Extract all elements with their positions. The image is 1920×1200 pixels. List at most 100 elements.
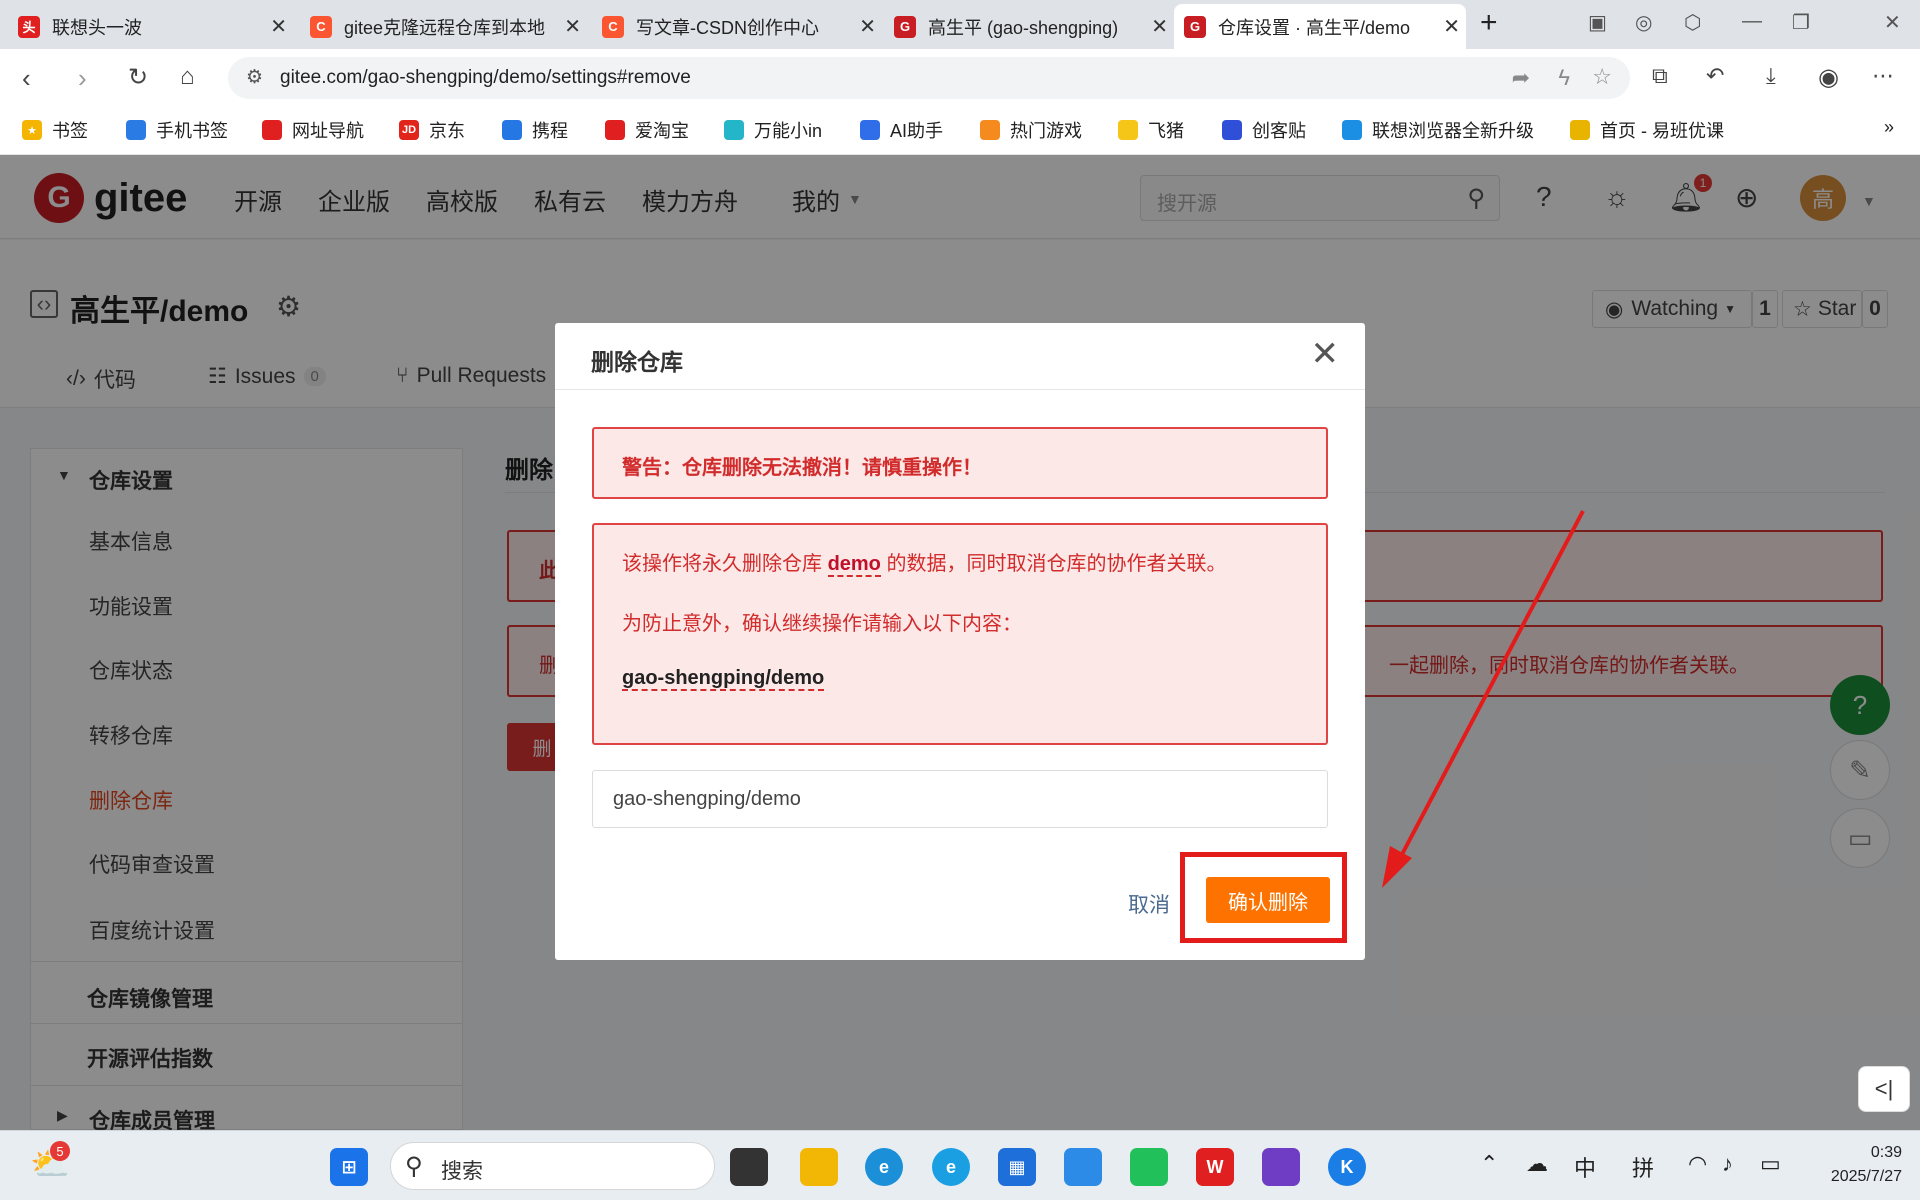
close-window-icon[interactable]: ✕ bbox=[1884, 10, 1901, 35]
start-menu-icon[interactable]: ⊞ bbox=[330, 1148, 368, 1186]
bookmark-item[interactable]: 热门游戏 bbox=[980, 117, 1082, 143]
panel-toggle-button[interactable]: <| bbox=[1858, 1066, 1910, 1112]
extensions-icon[interactable]: ⬡ bbox=[1684, 10, 1701, 35]
file-explorer-icon[interactable] bbox=[800, 1148, 838, 1186]
site-info-icon[interactable]: ⚙ bbox=[246, 66, 263, 89]
share-icon[interactable]: ➦ bbox=[1512, 65, 1530, 91]
ime-mode[interactable]: 拼 bbox=[1632, 1151, 1654, 1183]
gitee-icon: G bbox=[1184, 15, 1206, 38]
confirm-text: gao-shengping/demo bbox=[622, 667, 825, 691]
star-bookmark-icon[interactable]: ☆ bbox=[1592, 64, 1612, 90]
bookmark-item[interactable]: 手机书签 bbox=[126, 117, 228, 143]
jd-icon: JD bbox=[399, 120, 419, 140]
extension-icon[interactable]: ⧉ bbox=[1652, 63, 1668, 89]
app-icon[interactable] bbox=[1064, 1148, 1102, 1186]
bookmark-item[interactable]: 万能小in bbox=[724, 117, 822, 143]
ctrip-icon bbox=[502, 120, 522, 140]
dialog-info-line: 该操作将永久删除仓库 demo 的数据，同时取消仓库的协作者关联。 bbox=[622, 547, 1226, 577]
bookmark-label: 飞猪 bbox=[1148, 121, 1184, 141]
repo-name-highlight: demo bbox=[827, 553, 881, 577]
browser-tab-strip: 头 联想头一波 ✕ C gitee克隆远程仓库到本地 ✕ C 写文章-CSDN创… bbox=[0, 0, 1920, 49]
restore-icon[interactable]: ❐ bbox=[1792, 10, 1810, 35]
battery-icon[interactable]: ▭ bbox=[1760, 1151, 1781, 1177]
ime-lang[interactable]: 中 bbox=[1574, 1151, 1596, 1183]
more-menu-icon[interactable]: ⋯ bbox=[1872, 63, 1894, 89]
tab-title: 写文章-CSDN创作中心 bbox=[636, 17, 819, 38]
close-icon[interactable]: ✕ bbox=[564, 14, 581, 39]
star-icon: ★ bbox=[22, 120, 42, 140]
search-icon: ⚲ bbox=[405, 1153, 423, 1180]
close-icon[interactable]: ✕ bbox=[270, 14, 287, 39]
browser-tab[interactable]: 头 联想头一波 ✕ bbox=[8, 4, 293, 49]
browser-tab-active[interactable]: G 仓库设置 · 高生平/demo ✕ bbox=[1174, 4, 1466, 49]
taskbar-search[interactable]: ⚲ 搜索 bbox=[390, 1142, 715, 1190]
kugou-icon[interactable]: K bbox=[1328, 1148, 1366, 1186]
url-text: gitee.com/gao-shengping/demo/settings#re… bbox=[280, 67, 691, 88]
bookmark-item[interactable]: 联想浏览器全新升级 bbox=[1342, 117, 1534, 143]
close-icon[interactable]: ✕ bbox=[859, 14, 876, 39]
taskbar-clock[interactable]: 0:39 2025/7/27 bbox=[1822, 1141, 1902, 1189]
weather-badge: 5 bbox=[50, 1141, 70, 1161]
more-bookmarks-button[interactable]: » bbox=[1884, 117, 1894, 138]
bookmark-item[interactable]: 首页 - 易班优课 bbox=[1570, 117, 1724, 143]
lenovo-icon: 头 bbox=[18, 15, 40, 38]
bookmark-item[interactable]: ★ 书签 bbox=[22, 117, 88, 143]
bookmark-label: 携程 bbox=[532, 121, 568, 141]
bookmark-label: 网址导航 bbox=[292, 121, 364, 141]
fliggy-icon bbox=[1118, 120, 1138, 140]
wifi-icon[interactable]: ◠ bbox=[1688, 1151, 1707, 1177]
url-bar[interactable]: ⚙ gitee.com/gao-shengping/demo/settings#… bbox=[228, 57, 1630, 99]
csdn-icon: C bbox=[310, 15, 332, 38]
volume-icon[interactable]: ♪ bbox=[1722, 1151, 1733, 1177]
bookmark-item[interactable]: 携程 bbox=[502, 117, 568, 143]
home-icon[interactable]: ⌂ bbox=[180, 63, 195, 91]
back-icon[interactable]: ‹ bbox=[22, 63, 31, 94]
incognito-icon[interactable]: ◎ bbox=[1635, 10, 1652, 35]
annotation-highlight-box bbox=[1180, 852, 1347, 943]
clock-time: 0:39 bbox=[1870, 1144, 1902, 1161]
reload-icon[interactable]: ↻ bbox=[128, 63, 148, 92]
bookmark-item[interactable]: 爱淘宝 bbox=[605, 117, 689, 143]
undo-icon[interactable]: ↶ bbox=[1706, 63, 1724, 89]
bookmark-item[interactable]: 网址导航 bbox=[262, 117, 364, 143]
close-icon[interactable]: ✕ bbox=[1311, 337, 1340, 371]
edge-icon[interactable]: e bbox=[865, 1148, 903, 1186]
bookmark-item[interactable]: 飞猪 bbox=[1118, 117, 1184, 143]
browser-tab[interactable]: C gitee克隆远程仓库到本地 ✕ bbox=[300, 4, 587, 49]
bookmark-item[interactable]: JD 京东 bbox=[399, 117, 465, 143]
confirm-repo-input[interactable] bbox=[592, 770, 1328, 828]
dialog-info-box: 该操作将永久删除仓库 demo 的数据，同时取消仓库的协作者关联。 为防止意外，… bbox=[592, 523, 1328, 745]
taskbar-search-label: 搜索 bbox=[441, 1160, 483, 1183]
bookmark-label: 创客贴 bbox=[1252, 121, 1306, 141]
sidebar-panel-icon[interactable]: ▣ bbox=[1588, 10, 1607, 35]
bookmark-label: 万能小in bbox=[754, 121, 823, 141]
visual-studio-icon[interactable] bbox=[1262, 1148, 1300, 1186]
chevron-up-icon[interactable]: ⌃ bbox=[1480, 1151, 1498, 1177]
new-tab-button[interactable]: + bbox=[1480, 6, 1498, 40]
close-icon[interactable]: ✕ bbox=[1151, 14, 1168, 39]
lenovo-browser-icon[interactable]: e bbox=[932, 1148, 970, 1186]
dialog-warning-text: 警告：仓库删除无法撤消！请慎重操作！ bbox=[622, 457, 982, 479]
task-view-icon[interactable] bbox=[730, 1148, 768, 1186]
bookmarks-bar: ★ 书签 手机书签 网址导航 JD 京东 携程 爱淘宝 万能小in AI助手 热门游… bbox=[0, 107, 1920, 155]
cancel-button[interactable]: 取消 bbox=[1128, 889, 1170, 919]
bookmark-item[interactable]: 创客贴 bbox=[1222, 117, 1306, 143]
lightning-icon[interactable]: ϟ bbox=[1558, 65, 1570, 91]
cloud-icon[interactable]: ☁ bbox=[1526, 1151, 1548, 1177]
profile-icon[interactable]: ◉ bbox=[1818, 63, 1839, 92]
download-icon[interactable]: ⤓ bbox=[1766, 63, 1776, 89]
wechat-icon[interactable] bbox=[1130, 1148, 1168, 1186]
game-icon bbox=[980, 120, 1000, 140]
wps-icon[interactable]: W bbox=[1196, 1148, 1234, 1186]
microsoft-store-icon[interactable]: ▦ bbox=[998, 1148, 1036, 1186]
minimize-icon[interactable]: — bbox=[1742, 10, 1762, 33]
tab-title: 联想头一波 bbox=[52, 17, 142, 38]
confirm-text-line: gao-shengping/demo bbox=[622, 667, 825, 691]
forward-icon[interactable]: › bbox=[78, 63, 87, 94]
browser-tab[interactable]: G 高生平 (gao-shengping) ✕ bbox=[884, 4, 1174, 49]
browser-tab[interactable]: C 写文章-CSDN创作中心 ✕ bbox=[592, 4, 882, 49]
bookmark-label: 联想浏览器全新升级 bbox=[1372, 121, 1534, 141]
yiban-icon bbox=[1570, 120, 1590, 140]
close-icon[interactable]: ✕ bbox=[1443, 14, 1460, 39]
bookmark-item[interactable]: AI助手 bbox=[860, 117, 943, 143]
